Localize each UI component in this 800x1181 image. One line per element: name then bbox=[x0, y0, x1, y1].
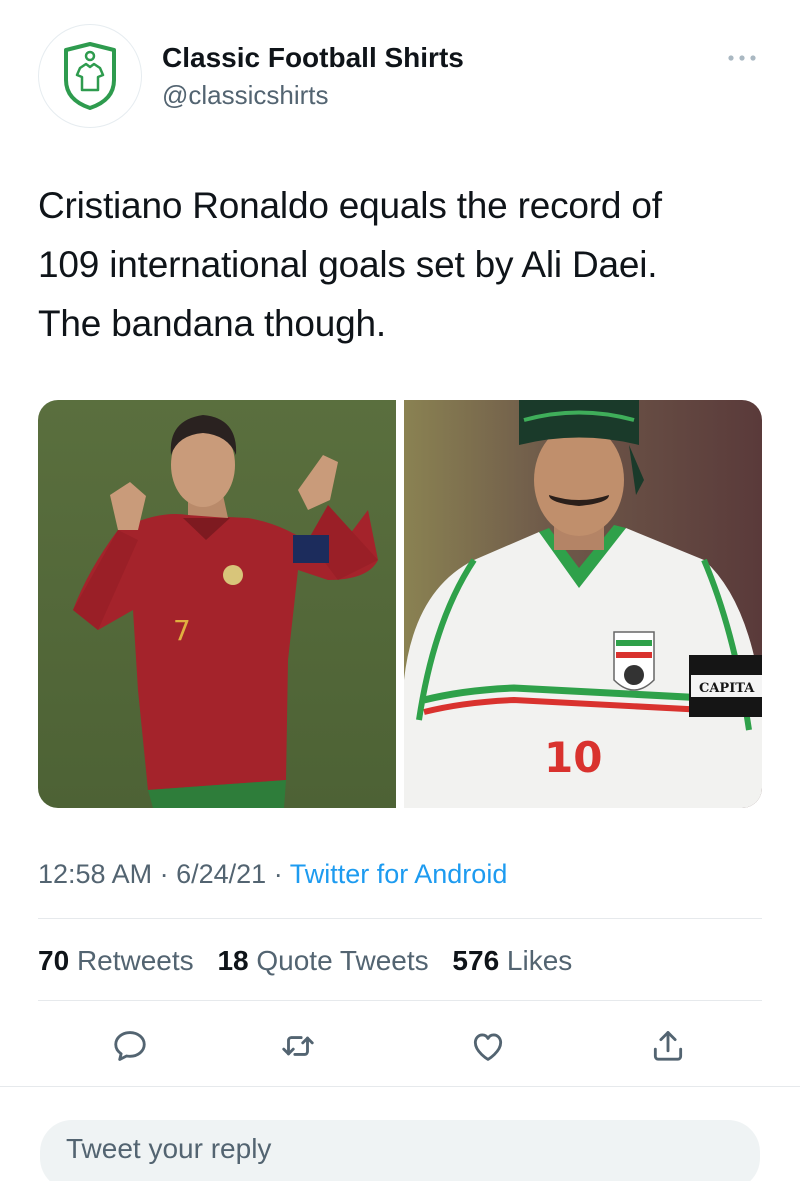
tweet-actions bbox=[38, 1020, 762, 1076]
shirt-number: 10 bbox=[544, 733, 602, 782]
meta-separator: · bbox=[159, 859, 169, 889]
share-button[interactable] bbox=[646, 1024, 690, 1068]
reply-input[interactable] bbox=[40, 1120, 760, 1181]
tweet-date[interactable]: 6/24/21 bbox=[176, 859, 266, 889]
captain-band-text: CAPITA bbox=[699, 681, 755, 696]
more-options-button[interactable] bbox=[722, 46, 762, 70]
shirt-logo-icon bbox=[64, 42, 116, 110]
account-names: Classic Football Shirts @classicshirts bbox=[162, 40, 464, 112]
retweets-stat[interactable]: 70 Retweets bbox=[38, 945, 201, 976]
quote-tweets-stat[interactable]: 18 Quote Tweets bbox=[217, 945, 436, 976]
tweet-detail-page: Classic Football Shirts @classicshirts C… bbox=[0, 0, 800, 1181]
ronaldo-photo[interactable]: 7 bbox=[38, 400, 396, 808]
retweets-label: Retweets bbox=[76, 945, 194, 976]
reply-button[interactable] bbox=[108, 1024, 152, 1068]
divider bbox=[0, 1086, 800, 1087]
tweet-media: 7 CAPITA 10 bbox=[38, 400, 762, 808]
share-icon bbox=[653, 1031, 683, 1061]
divider bbox=[38, 918, 762, 919]
avatar[interactable] bbox=[38, 24, 142, 128]
display-name[interactable]: Classic Football Shirts bbox=[162, 40, 464, 76]
tweet-text-line: Cristiano Ronaldo equals the record of bbox=[38, 185, 662, 226]
daei-photo[interactable]: CAPITA 10 bbox=[404, 400, 762, 808]
quotes-count: 18 bbox=[217, 945, 249, 976]
tweet-source-link[interactable]: Twitter for Android bbox=[290, 859, 508, 889]
retweet-button[interactable] bbox=[276, 1024, 320, 1068]
svg-text:7: 7 bbox=[173, 614, 191, 647]
tweet-stats: 70 Retweets 18 Quote Tweets 576 Likes bbox=[38, 942, 588, 980]
meta-separator: · bbox=[273, 859, 283, 889]
like-button[interactable] bbox=[466, 1024, 510, 1068]
tweet-text-line: 109 international goals set by Ali Daei. bbox=[38, 244, 658, 285]
tweet-meta: 12:58 AM · 6/24/21 · Twitter for Android bbox=[38, 856, 507, 892]
divider bbox=[38, 1000, 762, 1001]
quotes-label: Quote Tweets bbox=[256, 945, 429, 976]
likes-count: 576 bbox=[452, 945, 500, 976]
reply-icon bbox=[114, 1031, 146, 1061]
account-handle[interactable]: @classicshirts bbox=[162, 78, 464, 112]
like-icon bbox=[473, 1033, 503, 1061]
tweet-time[interactable]: 12:58 AM bbox=[38, 859, 152, 889]
tweet-text-line: The bandana though. bbox=[38, 303, 387, 344]
retweet-icon bbox=[282, 1036, 314, 1056]
retweets-count: 70 bbox=[38, 945, 70, 976]
tweet-header: Classic Football Shirts @classicshirts bbox=[38, 24, 762, 134]
likes-stat[interactable]: 576 Likes bbox=[452, 945, 572, 976]
reply-bar bbox=[0, 1088, 800, 1181]
likes-label: Likes bbox=[506, 945, 573, 976]
more-dots-icon bbox=[728, 55, 756, 61]
tweet-text: Cristiano Ronaldo equals the record of 1… bbox=[38, 176, 768, 353]
